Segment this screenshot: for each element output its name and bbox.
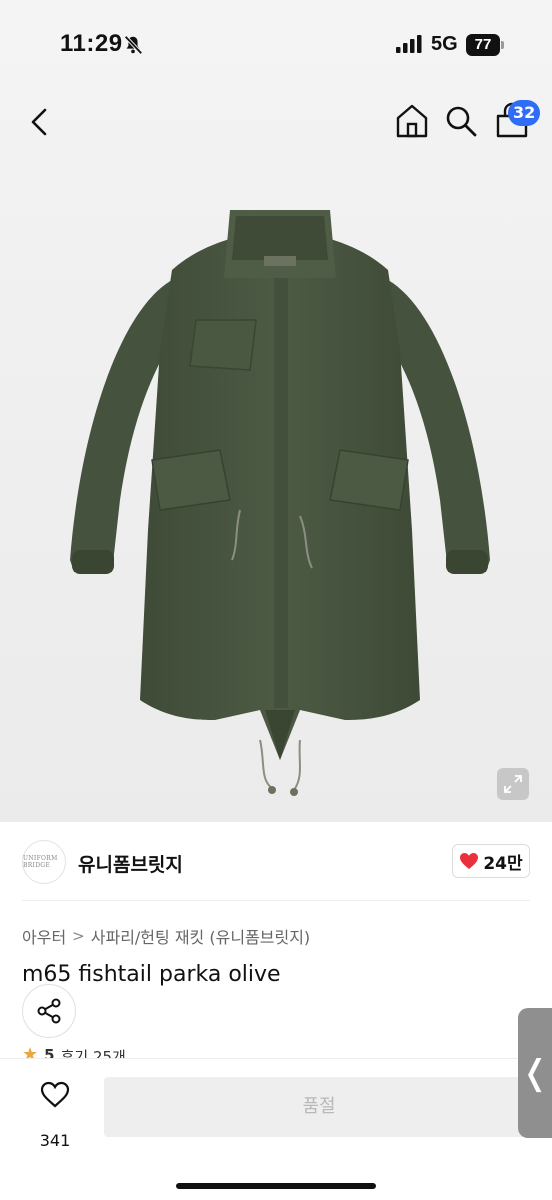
status-time: 11:29 xyxy=(60,30,123,57)
brand-like-count: 24만 xyxy=(483,853,523,874)
product-image[interactable] xyxy=(60,200,500,810)
search-icon[interactable] xyxy=(444,104,478,138)
heart-outline-icon xyxy=(40,1081,70,1108)
heart-filled-icon xyxy=(460,853,479,869)
expand-image-button[interactable] xyxy=(497,768,529,800)
share-icon xyxy=(37,998,61,1024)
brand-logo[interactable]: UNIFORM BRIDGE xyxy=(22,840,66,884)
home-icon[interactable] xyxy=(394,102,430,140)
bell-off-icon xyxy=(124,35,143,55)
breadcrumb-category[interactable]: 아우터 xyxy=(22,924,66,948)
side-panel-tab[interactable]: ❬ xyxy=(518,1008,552,1138)
status-bar: 11:29 5G 77 xyxy=(0,0,552,90)
network-label: 5G xyxy=(431,33,458,55)
breadcrumb-separator: > xyxy=(72,927,85,945)
breadcrumb-subcategory[interactable]: 사파리/헌팅 재킷 (유니폼브릿지) xyxy=(91,924,310,948)
home-indicator xyxy=(176,1183,376,1189)
wishlist-button[interactable]: 341 xyxy=(22,1079,88,1151)
bottom-action-bar: 341 품절 xyxy=(0,1058,552,1200)
divider xyxy=(22,900,530,901)
wishlist-count: 341 xyxy=(39,1131,71,1150)
cart-count-badge: 32 xyxy=(508,100,541,126)
brand-name[interactable]: 유니폼브릿지 xyxy=(78,850,183,877)
brand-row: UNIFORM BRIDGE 유니폼브릿지 24만 xyxy=(0,822,552,902)
signal-icon xyxy=(396,35,422,53)
back-button[interactable] xyxy=(24,104,56,140)
soldout-button[interactable]: 품절 xyxy=(104,1077,534,1137)
battery-icon: 77 xyxy=(466,34,504,56)
expand-icon xyxy=(504,775,522,793)
battery-tip xyxy=(501,41,504,49)
share-button[interactable] xyxy=(22,984,76,1038)
product-title: m65 fishtail parka olive xyxy=(22,962,281,987)
battery-level: 77 xyxy=(466,34,500,56)
breadcrumb: 아우터 > 사파리/헌팅 재킷 (유니폼브릿지) xyxy=(22,924,310,948)
brand-like-button[interactable]: 24만 xyxy=(452,844,530,878)
